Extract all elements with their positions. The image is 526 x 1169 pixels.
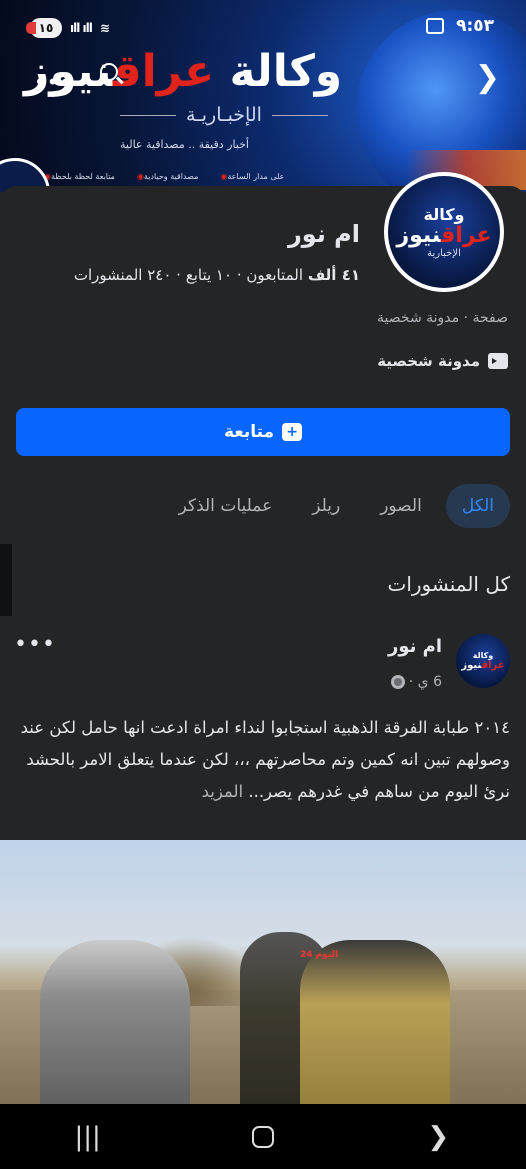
cover-tagline: أخبار دقيقة .. مصداقية عالية xyxy=(120,138,249,151)
search-icon[interactable] xyxy=(100,63,118,81)
recent-apps-icon[interactable]: ||| xyxy=(58,1122,118,1152)
add-friend-icon: + xyxy=(282,423,303,441)
edge-handle xyxy=(0,544,12,616)
clock: ٩:٥٣ xyxy=(456,16,494,36)
video-icon xyxy=(488,353,508,369)
page-intro: مدونة شخصية xyxy=(377,352,508,370)
signal-icon: ıll ıll xyxy=(70,21,93,35)
post-text: ٢٠١٤ طبابة الفرقة الذهبية استجابوا لنداء… xyxy=(20,718,510,801)
page-category: صفحة · مدونة شخصية xyxy=(377,310,508,326)
battery-icon: ١٥ xyxy=(26,18,62,38)
tab-all[interactable]: الكل xyxy=(445,484,510,528)
post-image[interactable]: اليوم 24 xyxy=(0,840,526,1104)
page-stats[interactable]: ٤١ ألف المتابعون · ١٠ يتابع · ٢٤٠ المنشو… xyxy=(74,266,360,284)
tab-reels[interactable]: ريلز xyxy=(296,484,356,528)
avatar-logo: وكالة عراقنيوز الإخبارية xyxy=(388,176,500,288)
cover-subtitle: الإخبـاريـة xyxy=(110,104,338,126)
system-nav-bar: ||| ❯ xyxy=(0,1104,526,1169)
cover-strip: متابعة لحظة بلحظة مصداقية وحيادية على مد… xyxy=(40,172,284,181)
post-author[interactable]: ام نور xyxy=(388,636,442,657)
section-title: كل المنشورات xyxy=(387,572,511,596)
more-options-icon[interactable]: ••• xyxy=(34,70,72,94)
cover-strip-item: مصداقية وحيادية xyxy=(133,172,198,181)
tab-photos[interactable]: الصور xyxy=(364,484,438,528)
status-right: ٩:٥٣ xyxy=(426,16,494,36)
status-left: ١٥ ıll ıll ≋ xyxy=(26,18,110,38)
home-button[interactable] xyxy=(233,1125,293,1148)
wifi-icon: ≋ xyxy=(99,21,110,35)
globe-icon xyxy=(390,675,405,689)
post-time: 6 ي · xyxy=(408,674,442,690)
image-figure xyxy=(40,940,190,1104)
avatar-logo-line3: الإخبارية xyxy=(427,248,461,259)
home-icon xyxy=(251,1125,274,1148)
tab-mentions[interactable]: عمليات الذكر xyxy=(163,484,289,528)
back-icon[interactable]: ❯ xyxy=(408,1122,468,1152)
image-figure xyxy=(300,940,450,1104)
follow-label: متابعة xyxy=(223,422,275,442)
cover-strip-item: متابعة لحظة بلحظة xyxy=(40,172,115,181)
avatar-logo-line1: وكالة xyxy=(423,205,465,224)
post-avatar-line2: عراقنيوز xyxy=(461,660,505,671)
content-tabs: الكل الصور ريلز عمليات الذكر xyxy=(155,484,510,528)
status-bar: ١٥ ıll ıll ≋ ٩:٥٣ xyxy=(0,0,526,56)
post-avatar[interactable]: وكالة عراقنيوز xyxy=(456,634,510,688)
post-meta: 6 ي · xyxy=(390,674,442,690)
page-title: ام نور xyxy=(287,220,360,248)
image-watermark: اليوم 24 xyxy=(300,950,339,960)
post-options-icon[interactable]: ••• xyxy=(14,632,56,657)
back-arrow-icon[interactable]: ❯ xyxy=(475,60,500,95)
profile-avatar[interactable]: وكالة عراقنيوز الإخبارية xyxy=(384,172,504,292)
cover-strip-item: على مدار الساعة xyxy=(216,172,284,181)
screen-record-icon xyxy=(426,18,445,34)
follow-button[interactable]: + متابعة xyxy=(16,408,510,456)
avatar-logo-line2: عراقنيوز xyxy=(396,223,492,248)
see-more-link[interactable]: المزيد xyxy=(202,782,244,801)
post-avatar-line1: وكالة xyxy=(472,651,494,660)
page-intro-label: مدونة شخصية xyxy=(377,352,480,370)
